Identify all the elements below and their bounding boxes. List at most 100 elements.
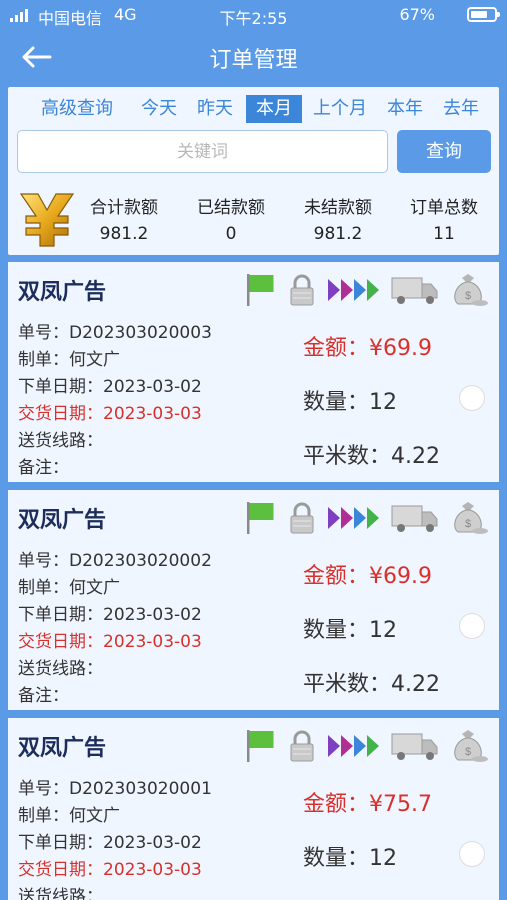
- order-quantity: 数量：12: [303, 612, 397, 644]
- order-number: 单号：D202303020002: [18, 546, 212, 571]
- lock-icon[interactable]: [286, 272, 318, 308]
- delivery-route: 送货线路：: [18, 426, 103, 451]
- order-amount-label: 金额：: [303, 336, 370, 361]
- order-amount: 金额：¥69.9: [303, 558, 432, 590]
- order-remark-label: 备注：: [18, 458, 69, 478]
- order-card[interactable]: 双凤广告 $ 单号：D20230302: [8, 718, 499, 900]
- customer-name: 双凤广告: [18, 736, 107, 761]
- lock-icon[interactable]: [286, 500, 318, 536]
- tab-last-year[interactable]: 去年: [438, 95, 484, 123]
- truck-icon[interactable]: [390, 500, 440, 536]
- order-quantity-value: 12: [369, 846, 398, 871]
- nav-bar: 订单管理: [0, 30, 507, 86]
- order-quantity-value: 12: [369, 390, 398, 415]
- order-maker: 制单：何文广: [18, 801, 120, 826]
- summary-total: 合计款额 981.2: [69, 193, 179, 244]
- delivery-route-label: 送货线路：: [18, 431, 103, 451]
- tab-this-year[interactable]: 本年: [382, 95, 428, 123]
- truck-icon[interactable]: [390, 728, 440, 764]
- summary-settled: 已结款额 0: [176, 193, 286, 244]
- tab-today[interactable]: 今天: [136, 95, 182, 123]
- order-date: 下单日期：2023-03-02: [18, 828, 202, 853]
- order-amount-label: 金额：: [303, 792, 370, 817]
- flag-icon[interactable]: [244, 500, 276, 536]
- order-quantity-value: 12: [369, 618, 398, 643]
- order-maker-value: 何文广: [69, 350, 120, 370]
- tab-last-month[interactable]: 上个月: [308, 95, 372, 123]
- battery-percent: 67%: [399, 5, 435, 24]
- order-date-value: 2023-03-02: [103, 605, 202, 625]
- summary-unsettled-label: 未结款额: [304, 198, 372, 218]
- summary-total-value: 981.2: [99, 224, 149, 244]
- order-amount: 金额：¥69.9: [303, 330, 432, 362]
- order-card[interactable]: 双凤广告 $ 单号：D20230302: [8, 262, 499, 482]
- order-area: 平米数：4.22: [303, 666, 440, 698]
- filter-panel: 高级查询 今天 昨天 本月 上个月 本年 去年 查询 合计款额 981.2 已结…: [8, 87, 499, 255]
- order-remark: 备注：: [18, 453, 69, 478]
- page-title: 订单管理: [209, 48, 298, 73]
- truck-icon[interactable]: [390, 272, 440, 308]
- keyword-input[interactable]: [17, 130, 388, 173]
- order-quantity-label: 数量：: [303, 390, 370, 415]
- delivery-date-label: 交货日期：: [18, 404, 103, 424]
- delivery-route: 送货线路：: [18, 882, 103, 900]
- order-number-value: D202303020003: [69, 323, 212, 343]
- select-radio[interactable]: [459, 841, 485, 867]
- order-area-value: 4.22: [391, 672, 440, 697]
- tab-this-month[interactable]: 本月: [246, 95, 302, 123]
- order-date-label: 下单日期：: [18, 377, 103, 397]
- svg-text:$: $: [465, 290, 471, 302]
- summary-total-label: 合计款额: [90, 198, 158, 218]
- delivery-route: 送货线路：: [18, 654, 103, 679]
- order-maker-label: 制单：: [18, 806, 69, 826]
- order-number-label: 单号：: [18, 551, 69, 571]
- status-bar: 中国电信 4G 下午2:55 67%: [0, 0, 507, 30]
- order-number-label: 单号：: [18, 323, 69, 343]
- summary-order-count-label: 订单总数: [410, 198, 478, 218]
- tab-yesterday[interactable]: 昨天: [192, 95, 238, 123]
- order-quantity-label: 数量：: [303, 618, 370, 643]
- order-number: 单号：D202303020003: [18, 318, 212, 343]
- tab-advanced-search[interactable]: 高级查询: [22, 95, 132, 123]
- delivery-route-label: 送货线路：: [18, 887, 103, 900]
- progress-arrows-icon[interactable]: [326, 500, 384, 536]
- flag-icon[interactable]: [244, 272, 276, 308]
- delivery-date-value: 2023-03-03: [103, 404, 202, 424]
- order-amount-value: ¥69.9: [369, 336, 432, 361]
- lock-icon[interactable]: [286, 728, 318, 764]
- delivery-route-label: 送货线路：: [18, 659, 103, 679]
- order-number: 单号：D202303020001: [18, 774, 212, 799]
- progress-arrows-icon[interactable]: [326, 272, 384, 308]
- customer-name: 双凤广告: [18, 280, 107, 305]
- order-area-value: 4.22: [391, 444, 440, 469]
- order-maker-value: 何文广: [69, 578, 120, 598]
- order-maker: 制单：何文广: [18, 573, 120, 598]
- order-amount-label: 金额：: [303, 564, 370, 589]
- money-bag-icon[interactable]: $: [446, 272, 490, 308]
- flag-icon[interactable]: [244, 728, 276, 764]
- order-remark: 备注：: [18, 681, 69, 706]
- delivery-date-label: 交货日期：: [18, 632, 103, 652]
- summary-unsettled: 未结款额 981.2: [283, 193, 393, 244]
- progress-arrows-icon[interactable]: [326, 728, 384, 764]
- money-bag-icon[interactable]: $: [446, 728, 490, 764]
- money-bag-icon[interactable]: $: [446, 500, 490, 536]
- order-amount-value: ¥69.9: [369, 564, 432, 589]
- delivery-date: 交货日期：2023-03-03: [18, 399, 202, 424]
- customer-name: 双凤广告: [18, 508, 107, 533]
- order-quantity: 数量：12: [303, 384, 397, 416]
- select-radio[interactable]: [459, 385, 485, 411]
- order-maker: 制单：何文广: [18, 345, 120, 370]
- delivery-date-label: 交货日期：: [18, 860, 103, 880]
- delivery-date-value: 2023-03-03: [103, 860, 202, 880]
- order-date: 下单日期：2023-03-02: [18, 600, 202, 625]
- search-button[interactable]: 查询: [397, 130, 491, 173]
- order-maker-value: 何文广: [69, 806, 120, 826]
- select-radio[interactable]: [459, 613, 485, 639]
- order-card[interactable]: 双凤广告 $ 单号：D20230302: [8, 490, 499, 710]
- summary-order-count: 订单总数 11: [389, 193, 499, 244]
- summary-unsettled-value: 981.2: [313, 224, 363, 244]
- delivery-date: 交货日期：2023-03-03: [18, 627, 202, 652]
- order-area: 平米数：4.22: [303, 894, 440, 900]
- order-date-value: 2023-03-02: [103, 833, 202, 853]
